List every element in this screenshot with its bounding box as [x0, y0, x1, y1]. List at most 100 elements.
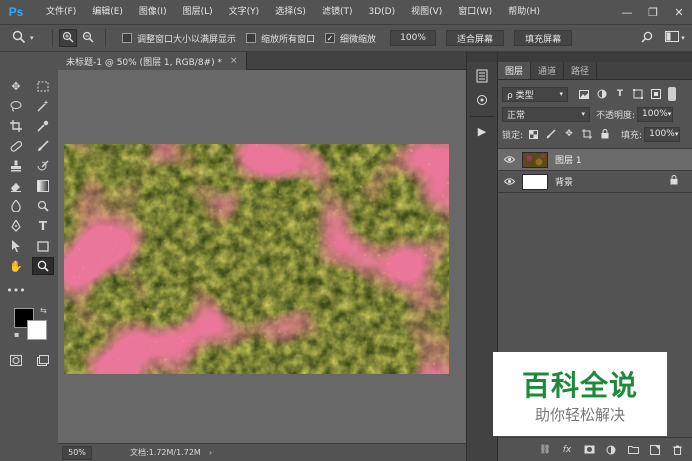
opacity-input[interactable]: 100% ▾	[637, 106, 674, 122]
zoom-out-icon	[82, 31, 94, 46]
zoom-all-windows-checkbox[interactable]: 缩放所有窗口	[246, 32, 315, 45]
tool-preset-picker[interactable]: ▾	[12, 27, 46, 49]
zoom-percent-button[interactable]: 100%	[390, 30, 437, 46]
properties-panel-icon[interactable]	[471, 90, 493, 110]
screen-mode-icon[interactable]	[32, 351, 54, 369]
lasso-tool-icon[interactable]	[5, 97, 27, 115]
menu-select[interactable]: 选择(S)	[267, 0, 314, 24]
checkbox-unchecked[interactable]	[246, 33, 257, 43]
zoom-level-field[interactable]: 50%	[62, 445, 92, 460]
lock-pixels-brush-icon[interactable]	[543, 126, 559, 142]
layer-style-fx-icon[interactable]: fx	[558, 441, 576, 459]
menu-type[interactable]: 文字(Y)	[221, 0, 268, 24]
blend-mode-select[interactable]: 正常 ▾	[502, 106, 590, 122]
magic-wand-icon[interactable]	[32, 97, 54, 115]
add-mask-icon[interactable]	[580, 441, 598, 459]
gradient-tool-icon[interactable]	[32, 177, 54, 195]
fill-input[interactable]: 100% ▾	[644, 126, 681, 142]
fill-screen-button[interactable]: 填充屏幕	[514, 30, 573, 46]
zoom-tool-active-icon[interactable]	[32, 257, 54, 275]
hand-tool-icon[interactable]: ✋	[5, 257, 27, 275]
filter-adjustment-icon[interactable]	[594, 86, 610, 102]
search-button[interactable]	[636, 29, 658, 47]
link-layers-icon[interactable]: ⛓	[536, 441, 554, 459]
menu-window[interactable]: 窗口(W)	[450, 0, 500, 24]
brush-tool-icon[interactable]	[32, 137, 54, 155]
divider	[52, 29, 53, 47]
menu-filter[interactable]: 滤镜(T)	[314, 0, 361, 24]
clone-stamp-icon[interactable]	[5, 157, 27, 175]
eraser-tool-icon[interactable]	[5, 177, 27, 195]
path-selection-icon[interactable]	[5, 237, 27, 255]
zoom-out-button[interactable]	[79, 29, 97, 47]
minimize-button[interactable]: —	[614, 0, 640, 24]
lock-icon	[670, 175, 678, 188]
document-tab[interactable]: 未标题-1 @ 50% (图层 1, RGB/8#) * ×	[58, 52, 247, 70]
restore-button[interactable]: ❐	[640, 0, 666, 24]
history-brush-icon[interactable]	[32, 157, 54, 175]
eyedropper-icon[interactable]	[32, 117, 54, 135]
filter-pixel-icon[interactable]	[576, 86, 592, 102]
opacity-label: 不透明度:	[596, 110, 636, 121]
quick-mask-icon[interactable]	[5, 351, 27, 369]
menu-edit[interactable]: 编辑(E)	[84, 0, 131, 24]
pen-tool-icon[interactable]	[5, 217, 27, 235]
default-colors-icon[interactable]: ▪	[14, 330, 19, 339]
type-tool-icon[interactable]: T	[32, 217, 54, 235]
layer-kind-filter[interactable]: ρ 类型 ▾	[502, 86, 568, 102]
history-panel-icon[interactable]	[471, 66, 493, 86]
background-color-swatch[interactable]	[27, 320, 47, 340]
menu-image[interactable]: 图像(I)	[131, 0, 175, 24]
blur-tool-icon[interactable]	[5, 197, 27, 215]
healing-brush-icon[interactable]	[5, 137, 27, 155]
layer-row-layer1[interactable]: 图层 1	[498, 149, 692, 171]
eye-icon[interactable]	[498, 178, 520, 185]
menu-view[interactable]: 视图(V)	[403, 0, 450, 24]
filter-smartobject-icon[interactable]	[648, 86, 664, 102]
marquee-tool-icon[interactable]	[32, 77, 54, 95]
menu-3d[interactable]: 3D(D)	[360, 0, 403, 24]
workspace-switcher[interactable]: ▾	[664, 29, 686, 47]
adjustment-layer-icon[interactable]	[602, 441, 620, 459]
trash-icon[interactable]	[668, 441, 686, 459]
dodge-tool-icon[interactable]	[32, 197, 54, 215]
new-group-folder-icon[interactable]	[624, 441, 642, 459]
layers-panel-footer: ⛓ fx	[498, 437, 692, 461]
crop-tool-icon[interactable]	[5, 117, 27, 135]
checkmark-icon[interactable]: ✓	[325, 33, 336, 43]
new-layer-icon[interactable]	[646, 441, 664, 459]
more-tools-icon[interactable]: •••	[5, 281, 27, 299]
lock-artboard-icon[interactable]	[579, 126, 595, 142]
tab-paths[interactable]: 路径	[564, 62, 598, 79]
layer-thumbnail[interactable]	[522, 173, 548, 190]
chevron-right-icon[interactable]: ›	[209, 448, 212, 457]
menu-layer[interactable]: 图层(L)	[175, 0, 221, 24]
menu-help[interactable]: 帮助(H)	[500, 0, 548, 24]
close-icon[interactable]: ×	[230, 56, 238, 66]
filter-type-icon[interactable]: T	[612, 86, 628, 102]
close-button[interactable]: ✕	[666, 0, 692, 24]
checkbox-unchecked[interactable]	[122, 33, 132, 43]
document-canvas-area[interactable]	[58, 70, 466, 443]
move-tool-icon[interactable]: ✥	[5, 77, 27, 95]
lock-transparent-icon[interactable]	[525, 126, 541, 142]
resize-windows-checkbox[interactable]: 调整窗口大小以满屏显示	[122, 32, 236, 45]
filter-toggle-switch[interactable]	[668, 87, 676, 101]
tab-layers[interactable]: 图层	[498, 62, 532, 79]
lock-all-icon[interactable]	[597, 126, 613, 142]
zoom-in-button[interactable]	[59, 29, 77, 47]
fit-screen-button[interactable]: 适合屏幕	[446, 30, 505, 46]
menu-file[interactable]: 文件(F)	[38, 0, 84, 24]
actions-play-icon[interactable]: ▶	[471, 121, 493, 141]
blend-mode-value: 正常	[507, 110, 526, 121]
lock-position-icon[interactable]: ✥	[561, 126, 577, 142]
tab-channels[interactable]: 通道	[531, 62, 565, 79]
rectangle-tool-icon[interactable]	[32, 237, 54, 255]
swap-colors-icon[interactable]: ⇆	[40, 306, 47, 315]
scrubby-zoom-checkbox[interactable]: ✓ 细微缩放	[325, 32, 376, 45]
filter-shape-icon[interactable]	[630, 86, 646, 102]
canvas-image[interactable]	[64, 144, 449, 374]
eye-icon[interactable]	[498, 156, 520, 163]
layer-thumbnail[interactable]	[522, 151, 548, 168]
layer-row-background[interactable]: 背景	[498, 171, 692, 193]
